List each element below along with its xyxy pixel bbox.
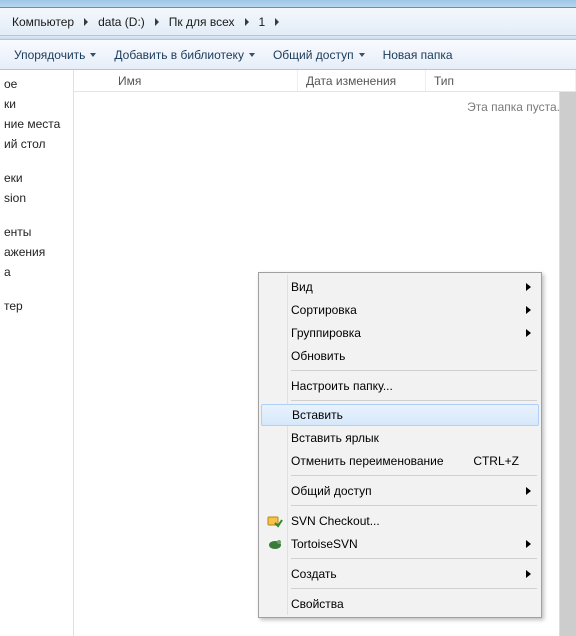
menu-separator bbox=[291, 475, 537, 476]
scrollbar-thumb[interactable] bbox=[560, 92, 576, 636]
menu-item-group[interactable]: Группировка bbox=[261, 321, 539, 344]
chevron-right-icon bbox=[526, 306, 531, 314]
breadcrumb: Компьютер data (D:) Пк для всех 1 bbox=[0, 8, 576, 36]
menu-item-customize[interactable]: Настроить папку... bbox=[261, 374, 539, 397]
column-header-name[interactable]: Имя bbox=[74, 70, 298, 91]
menu-item-share[interactable]: Общий доступ bbox=[261, 479, 539, 502]
chevron-down-icon bbox=[249, 53, 255, 57]
toolbar-label: Общий доступ bbox=[273, 48, 354, 62]
menu-item-tortoisesvn[interactable]: TortoiseSVN bbox=[261, 532, 539, 555]
breadcrumb-label: Компьютер bbox=[12, 15, 74, 29]
menu-separator bbox=[291, 588, 537, 589]
sidebar-item[interactable]: ий стол bbox=[4, 134, 73, 154]
menu-shortcut: CTRL+Z bbox=[473, 454, 539, 468]
menu-separator bbox=[291, 505, 537, 506]
breadcrumb-item-folder2[interactable]: 1 bbox=[253, 8, 272, 35]
breadcrumb-item-drive[interactable]: data (D:) bbox=[92, 8, 151, 35]
chevron-down-icon bbox=[90, 53, 96, 57]
chevron-right-icon[interactable] bbox=[84, 18, 88, 26]
chevron-down-icon bbox=[359, 53, 365, 57]
menu-item-view[interactable]: Вид bbox=[261, 275, 539, 298]
toolbar: Упорядочить Добавить в библиотеку Общий … bbox=[0, 40, 576, 70]
share-button[interactable]: Общий доступ bbox=[265, 44, 373, 66]
vertical-scrollbar[interactable] bbox=[559, 92, 576, 636]
sidebar-item[interactable]: ки bbox=[4, 94, 73, 114]
column-headers: Имя Дата изменения Тип bbox=[74, 70, 576, 92]
chevron-right-icon bbox=[526, 329, 531, 337]
toolbar-label: Упорядочить bbox=[14, 48, 85, 62]
menu-item-sort[interactable]: Сортировка bbox=[261, 298, 539, 321]
context-menu: Вид Сортировка Группировка Обновить Наст… bbox=[258, 272, 542, 618]
sidebar-item[interactable]: тер bbox=[4, 296, 73, 316]
chevron-right-icon[interactable] bbox=[245, 18, 249, 26]
tortoisesvn-icon bbox=[267, 536, 283, 552]
chevron-right-icon bbox=[526, 570, 531, 578]
toolbar-label: Добавить в библиотеку bbox=[114, 48, 244, 62]
window-titlebar bbox=[0, 0, 576, 8]
menu-item-paste[interactable]: Вставить bbox=[261, 404, 539, 426]
breadcrumb-label: data (D:) bbox=[98, 15, 145, 29]
chevron-right-icon[interactable] bbox=[155, 18, 159, 26]
sidebar-item[interactable]: ое bbox=[4, 74, 73, 94]
column-header-date[interactable]: Дата изменения bbox=[298, 70, 426, 91]
menu-separator bbox=[291, 558, 537, 559]
new-folder-button[interactable]: Новая папка bbox=[375, 44, 461, 66]
menu-item-paste-shortcut[interactable]: Вставить ярлык bbox=[261, 426, 539, 449]
menu-item-svn-checkout[interactable]: SVN Checkout... bbox=[261, 509, 539, 532]
menu-item-undo[interactable]: Отменить переименованиеCTRL+Z bbox=[261, 449, 539, 472]
menu-item-refresh[interactable]: Обновить bbox=[261, 344, 539, 367]
menu-separator bbox=[291, 370, 537, 371]
menu-item-new[interactable]: Создать bbox=[261, 562, 539, 585]
sidebar-item[interactable]: а bbox=[4, 262, 73, 282]
chevron-right-icon bbox=[526, 487, 531, 495]
sidebar-item[interactable]: еки bbox=[4, 168, 73, 188]
toolbar-label: Новая папка bbox=[383, 48, 453, 62]
sidebar-item[interactable]: ажения bbox=[4, 242, 73, 262]
chevron-right-icon bbox=[526, 283, 531, 291]
sidebar-item[interactable]: енты bbox=[4, 222, 73, 242]
empty-folder-message: Эта папка пуста. bbox=[467, 100, 560, 114]
organize-button[interactable]: Упорядочить bbox=[6, 44, 104, 66]
menu-separator bbox=[291, 400, 537, 401]
chevron-right-icon[interactable] bbox=[275, 18, 279, 26]
sidebar-item[interactable]: sion bbox=[4, 188, 73, 208]
add-to-library-button[interactable]: Добавить в библиотеку bbox=[106, 44, 263, 66]
breadcrumb-item-folder1[interactable]: Пк для всех bbox=[163, 8, 241, 35]
breadcrumb-label: Пк для всех bbox=[169, 15, 235, 29]
svn-checkout-icon bbox=[267, 513, 283, 529]
sidebar-item[interactable]: ние места bbox=[4, 114, 73, 134]
menu-item-properties[interactable]: Свойства bbox=[261, 592, 539, 615]
breadcrumb-item-computer[interactable]: Компьютер bbox=[6, 8, 80, 35]
breadcrumb-label: 1 bbox=[259, 15, 266, 29]
chevron-right-icon bbox=[526, 540, 531, 548]
column-header-type[interactable]: Тип bbox=[426, 70, 576, 91]
nav-sidebar: оекиние местаий стол екиsion ентыаженияа те… bbox=[0, 70, 74, 636]
